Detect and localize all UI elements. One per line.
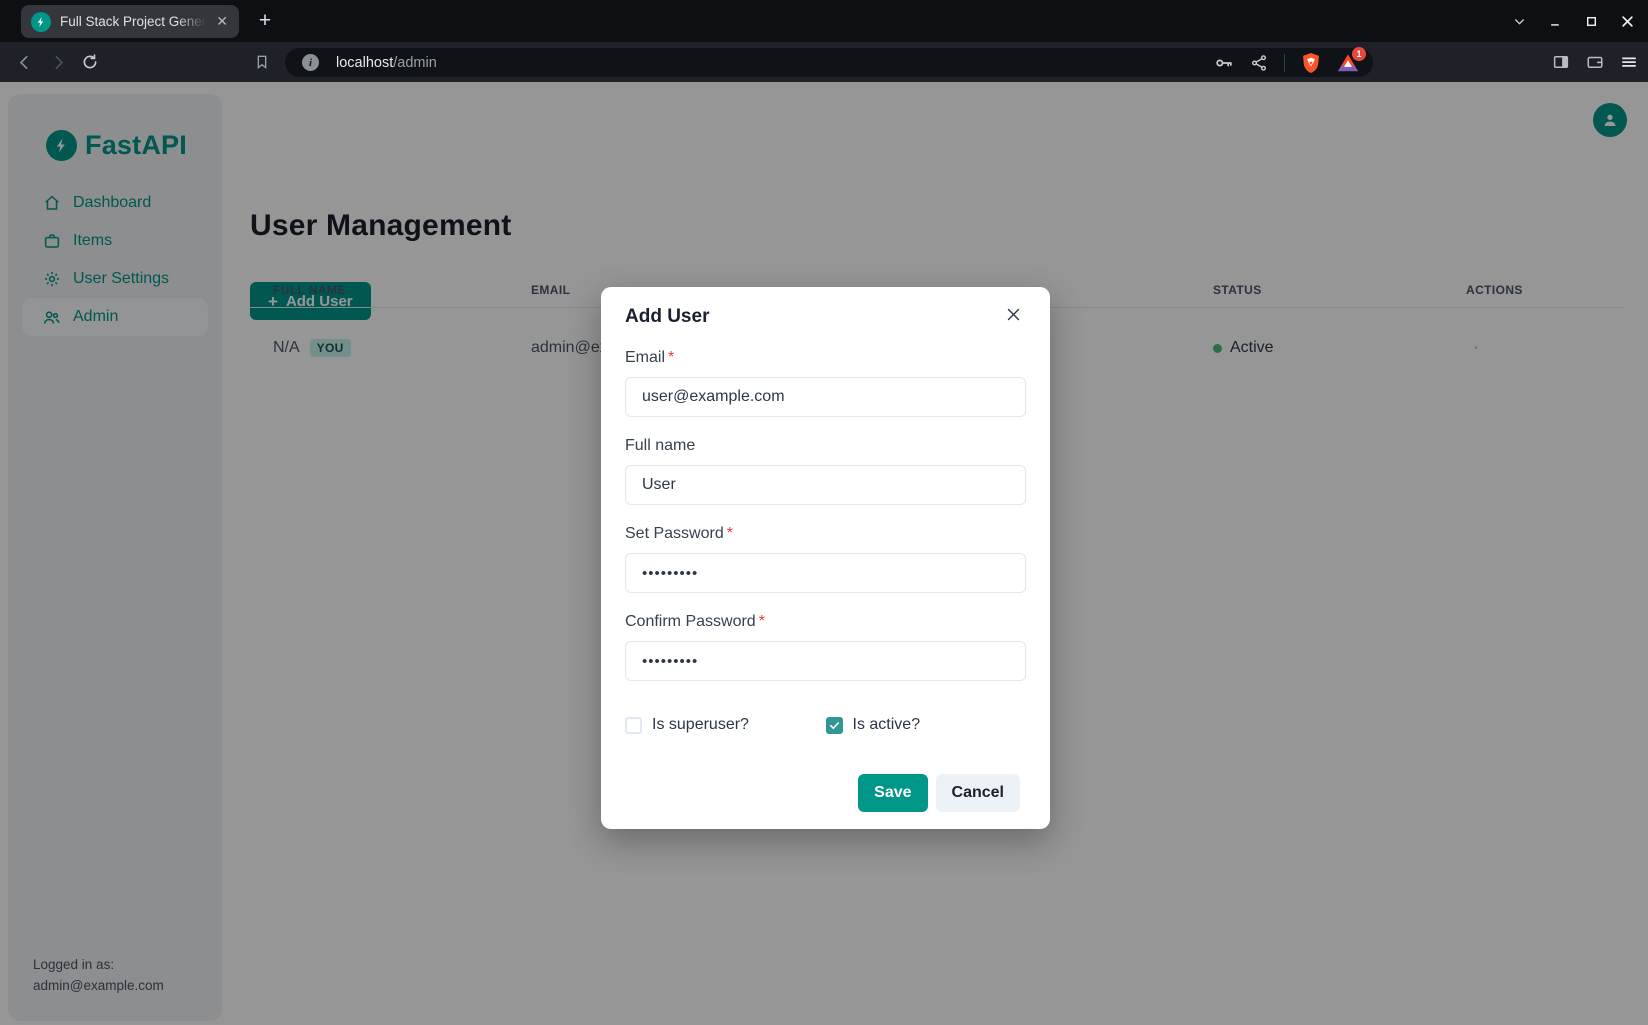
url-host: localhost — [336, 55, 393, 71]
modal-footer: Save Cancel — [858, 774, 1020, 812]
is-active-label: Is active? — [853, 716, 921, 734]
rewards-badge: 1 — [1352, 47, 1366, 61]
required-marker: * — [759, 613, 765, 630]
brave-rewards-icon[interactable]: 1 — [1337, 53, 1359, 73]
share-icon[interactable] — [1250, 54, 1268, 72]
toolbar-divider — [1284, 54, 1285, 72]
reload-button[interactable] — [76, 48, 104, 76]
required-marker: * — [727, 525, 733, 542]
password-key-icon[interactable] — [1214, 53, 1234, 73]
tab-title: Full Stack Project Genera — [60, 14, 209, 29]
required-marker: * — [668, 349, 674, 366]
tab-close-icon[interactable]: ✕ — [213, 13, 231, 30]
is-superuser-label: Is superuser? — [652, 716, 749, 734]
add-user-modal: Add User Email* Full name Set Password* … — [601, 287, 1050, 829]
tab-search-chevron-icon[interactable] — [1508, 10, 1530, 32]
modal-close-icon[interactable] — [1000, 301, 1026, 327]
back-button[interactable] — [10, 48, 38, 76]
confirm-password-label: Confirm Password* — [625, 613, 765, 631]
maximize-button[interactable] — [1580, 10, 1602, 32]
save-button[interactable]: Save — [858, 774, 927, 812]
checkbox-unchecked-icon — [625, 717, 642, 734]
is-superuser-checkbox[interactable]: Is superuser? — [625, 716, 826, 734]
brave-shield-icon[interactable] — [1301, 52, 1321, 74]
menu-hamburger-icon[interactable] — [1620, 53, 1638, 71]
checkbox-checked-icon — [826, 717, 843, 734]
full-name-label: Full name — [625, 437, 695, 455]
titlebar: Full Stack Project Genera ✕ + — [0, 0, 1648, 42]
email-label: Email* — [625, 349, 674, 367]
browser-window: Full Stack Project Genera ✕ + — [0, 0, 1648, 1025]
url-path: /admin — [393, 55, 437, 71]
wallet-icon[interactable] — [1586, 53, 1604, 71]
cancel-button[interactable]: Cancel — [936, 774, 1020, 812]
minimize-button[interactable] — [1544, 10, 1566, 32]
bookmark-icon[interactable] — [248, 48, 276, 76]
set-password-field[interactable] — [625, 553, 1026, 593]
set-password-label: Set Password* — [625, 525, 733, 543]
site-info-icon[interactable]: i — [302, 54, 319, 71]
fastapi-favicon-icon — [31, 12, 51, 32]
side-panel-icon[interactable] — [1552, 53, 1570, 71]
url-bar[interactable]: i localhost/admin 1 — [285, 48, 1373, 77]
url-text: localhost/admin — [336, 55, 437, 71]
is-active-checkbox[interactable]: Is active? — [826, 716, 1027, 734]
forward-button[interactable] — [44, 48, 72, 76]
browser-tab[interactable]: Full Stack Project Genera ✕ — [21, 5, 239, 38]
new-tab-button[interactable]: + — [252, 8, 278, 34]
browser-toolbar: i localhost/admin 1 — [0, 42, 1648, 82]
email-field[interactable] — [625, 377, 1026, 417]
modal-title: Add User — [625, 306, 709, 328]
full-name-field[interactable] — [625, 465, 1026, 505]
confirm-password-field[interactable] — [625, 641, 1026, 681]
checkbox-row: Is superuser? Is active? — [625, 716, 1026, 734]
window-close-button[interactable] — [1616, 10, 1638, 32]
